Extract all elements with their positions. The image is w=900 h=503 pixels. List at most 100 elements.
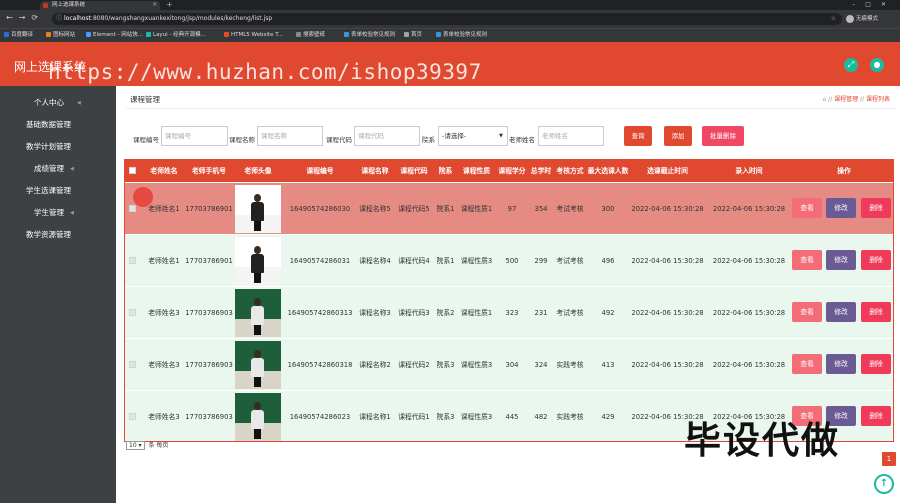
cell-course-name: 课程名称3 — [359, 309, 391, 317]
tab-title: 网上选课系统 — [52, 2, 86, 8]
sidebar-item-label: 学生管理 — [34, 208, 64, 217]
table-header: 老师姓名 老师手机号 老师头像 课程编号 课程名称 课程代码 院系 课程性质 课程学分 总学时 考核… — [125, 160, 893, 182]
view-button[interactable]: 查看 — [792, 198, 822, 218]
delete-button[interactable]: 删除 — [861, 250, 891, 270]
cell-course-no: 16490574286031 — [289, 257, 351, 265]
breadcrumb-current: 课程列表 — [865, 96, 890, 103]
row-checkbox[interactable] — [129, 361, 136, 368]
avatar-part — [254, 377, 261, 387]
delete-button[interactable]: 删除 — [861, 302, 891, 322]
sidebar-item[interactable]: 成绩管理 ◀ — [0, 161, 116, 177]
bookmark-item[interactable]: Layui - 经典开源模... — [146, 29, 206, 42]
cell-nature: 课程性质1 — [460, 205, 493, 213]
sidebar: 个人中心 ◀ 基础数据管理教学计划管理成绩管理 ◀ 学生选课管理 学生管理 ◀ 教学资源管理 — [0, 86, 116, 503]
edit-button[interactable]: 修改 — [826, 302, 856, 322]
view-button[interactable]: 查看 — [792, 354, 822, 374]
column-header: 总学时 — [530, 167, 552, 175]
query-button[interactable]: 查询 — [624, 126, 652, 146]
bookmark-item[interactable]: 表单校验常见规则 — [344, 29, 395, 42]
bookmark-item[interactable]: HTML5 Website T... — [224, 29, 283, 42]
edit-button[interactable]: 修改 — [826, 354, 856, 374]
sidebar-item-label: 教学计划管理 — [26, 142, 71, 151]
column-header: 院系 — [438, 167, 453, 175]
table-row[interactable]: 老师姓名1 17703786901 16490574286031 课程名称4 课程代码4… — [125, 235, 893, 287]
bookmark-item[interactable]: 搜索壁纸 — [296, 29, 325, 42]
avatar-part — [251, 306, 264, 325]
close-tab-icon[interactable]: ✕ — [152, 1, 157, 10]
row-checkbox[interactable] — [129, 257, 136, 264]
profile-label: 无痕模式 — [856, 16, 879, 22]
bookmark-item[interactable]: 表单校验常见规则 — [436, 29, 487, 42]
edit-button[interactable]: 修改 — [826, 250, 856, 270]
fullscreen-icon[interactable]: ⤢ — [844, 58, 858, 72]
column-header: 选课截止时间 — [647, 167, 688, 175]
browser-tab[interactable]: 网上选课系统 ✕ — [40, 1, 160, 10]
view-button[interactable]: 查看 — [792, 250, 822, 270]
sidebar-item[interactable]: 教学计划管理 — [0, 139, 116, 155]
bookmark-label: HTML5 Website T... — [231, 32, 284, 38]
row-checkbox[interactable] — [129, 413, 136, 420]
site-info-icon[interactable]: ⓘ — [56, 13, 62, 25]
delete-button[interactable]: 删除 — [861, 354, 891, 374]
select-all-checkbox[interactable] — [129, 167, 136, 174]
table-row[interactable]: 老师姓名3 17703786903 164905742860318 课程名称2 课程代码… — [125, 339, 893, 391]
teacher-avatar — [235, 237, 281, 285]
bookmark-favicon-icon — [224, 32, 229, 37]
bookmark-item[interactable]: 百度翻译 — [4, 29, 33, 42]
cell-course-no: 16490574286030 — [289, 205, 351, 213]
table-row[interactable]: 老师姓名1 17703786901 16490574286030 课程名称5 课程代码5… — [125, 183, 893, 235]
teacher-input[interactable] — [538, 126, 604, 146]
sidebar-item[interactable]: 学生选课管理 — [0, 183, 116, 199]
cell-created-time: 2022-04-06 15:30:28 — [712, 257, 786, 265]
delete-button[interactable]: 删除 — [861, 198, 891, 218]
nav-buttons[interactable]: ←→⟳ — [6, 13, 44, 22]
avatar-part — [254, 194, 261, 202]
avatar-part — [251, 410, 264, 429]
table-row[interactable]: 老师姓名3 17703786903 164905742860313 课程名称3 课程代码… — [125, 287, 893, 339]
bookmark-star-icon[interactable]: ☆ — [831, 13, 836, 25]
course-no-input[interactable] — [161, 126, 228, 146]
bookmark-item[interactable]: 首页 — [404, 29, 422, 42]
teacher-avatar — [235, 185, 281, 233]
course-code-input[interactable] — [354, 126, 420, 146]
breadcrumb-item[interactable]: 课程管理 — [834, 96, 858, 103]
cell-course-code: 课程代码1 — [398, 413, 430, 421]
row-checkbox[interactable] — [129, 309, 136, 316]
row-checkbox[interactable] — [129, 205, 136, 212]
sidebar-item[interactable]: 个人中心 ◀ — [0, 95, 116, 111]
bookmark-item[interactable]: 图标网站 — [46, 29, 75, 42]
cell-nature: 课程性质3 — [460, 257, 493, 265]
dept-select[interactable]: -请选择- ▼ — [438, 126, 508, 146]
batch-delete-button[interactable]: 批量删除 — [702, 126, 744, 146]
sidebar-item[interactable]: 基础数据管理 — [0, 117, 116, 133]
bookmark-favicon-icon — [404, 32, 409, 37]
cell-teacher: 老师姓名3 — [148, 361, 180, 369]
divider — [126, 108, 896, 109]
cell-exam: 实践考核 — [556, 413, 584, 421]
back-to-top-icon[interactable]: ↑ — [874, 474, 894, 494]
home-icon[interactable]: ⌂ — [822, 96, 826, 103]
page-size-suffix: 条 每页 — [148, 442, 169, 449]
page-size-select[interactable]: 10 ▾ — [126, 441, 145, 450]
add-button[interactable]: 添加 — [664, 126, 692, 146]
column-header: 课程编号 — [306, 167, 334, 175]
bookmark-favicon-icon — [4, 32, 9, 37]
sidebar-item[interactable]: 学生管理 ◀ — [0, 205, 116, 221]
column-header: 课程学分 — [498, 167, 526, 175]
bookmarks-bar: 百度翻译 图标网站 Element - 网站快... Layui - 经典开源模...… — [0, 28, 900, 42]
current-page-button[interactable]: 1 — [882, 452, 896, 466]
cell-exam: 考试考核 — [556, 205, 584, 213]
new-tab-icon[interactable]: + — [166, 0, 173, 10]
bookmark-favicon-icon — [344, 32, 349, 37]
view-button[interactable]: 查看 — [792, 302, 822, 322]
course-name-input[interactable] — [257, 126, 323, 146]
edit-button[interactable]: 修改 — [826, 198, 856, 218]
user-icon[interactable]: ● — [870, 58, 884, 72]
window-controls[interactable]: –□✕ — [852, 0, 896, 10]
bookmark-item[interactable]: Element - 网站快... — [86, 29, 143, 42]
delete-button[interactable]: 删除 — [861, 406, 891, 426]
sidebar-item[interactable]: 教学资源管理 — [0, 227, 116, 243]
chevron-down-icon: ▼ — [499, 133, 503, 139]
incognito-profile[interactable]: 无痕模式 — [846, 13, 878, 25]
url-field[interactable]: ⓘ localhost:8080/wangshangxuankexitong/j… — [52, 13, 842, 25]
